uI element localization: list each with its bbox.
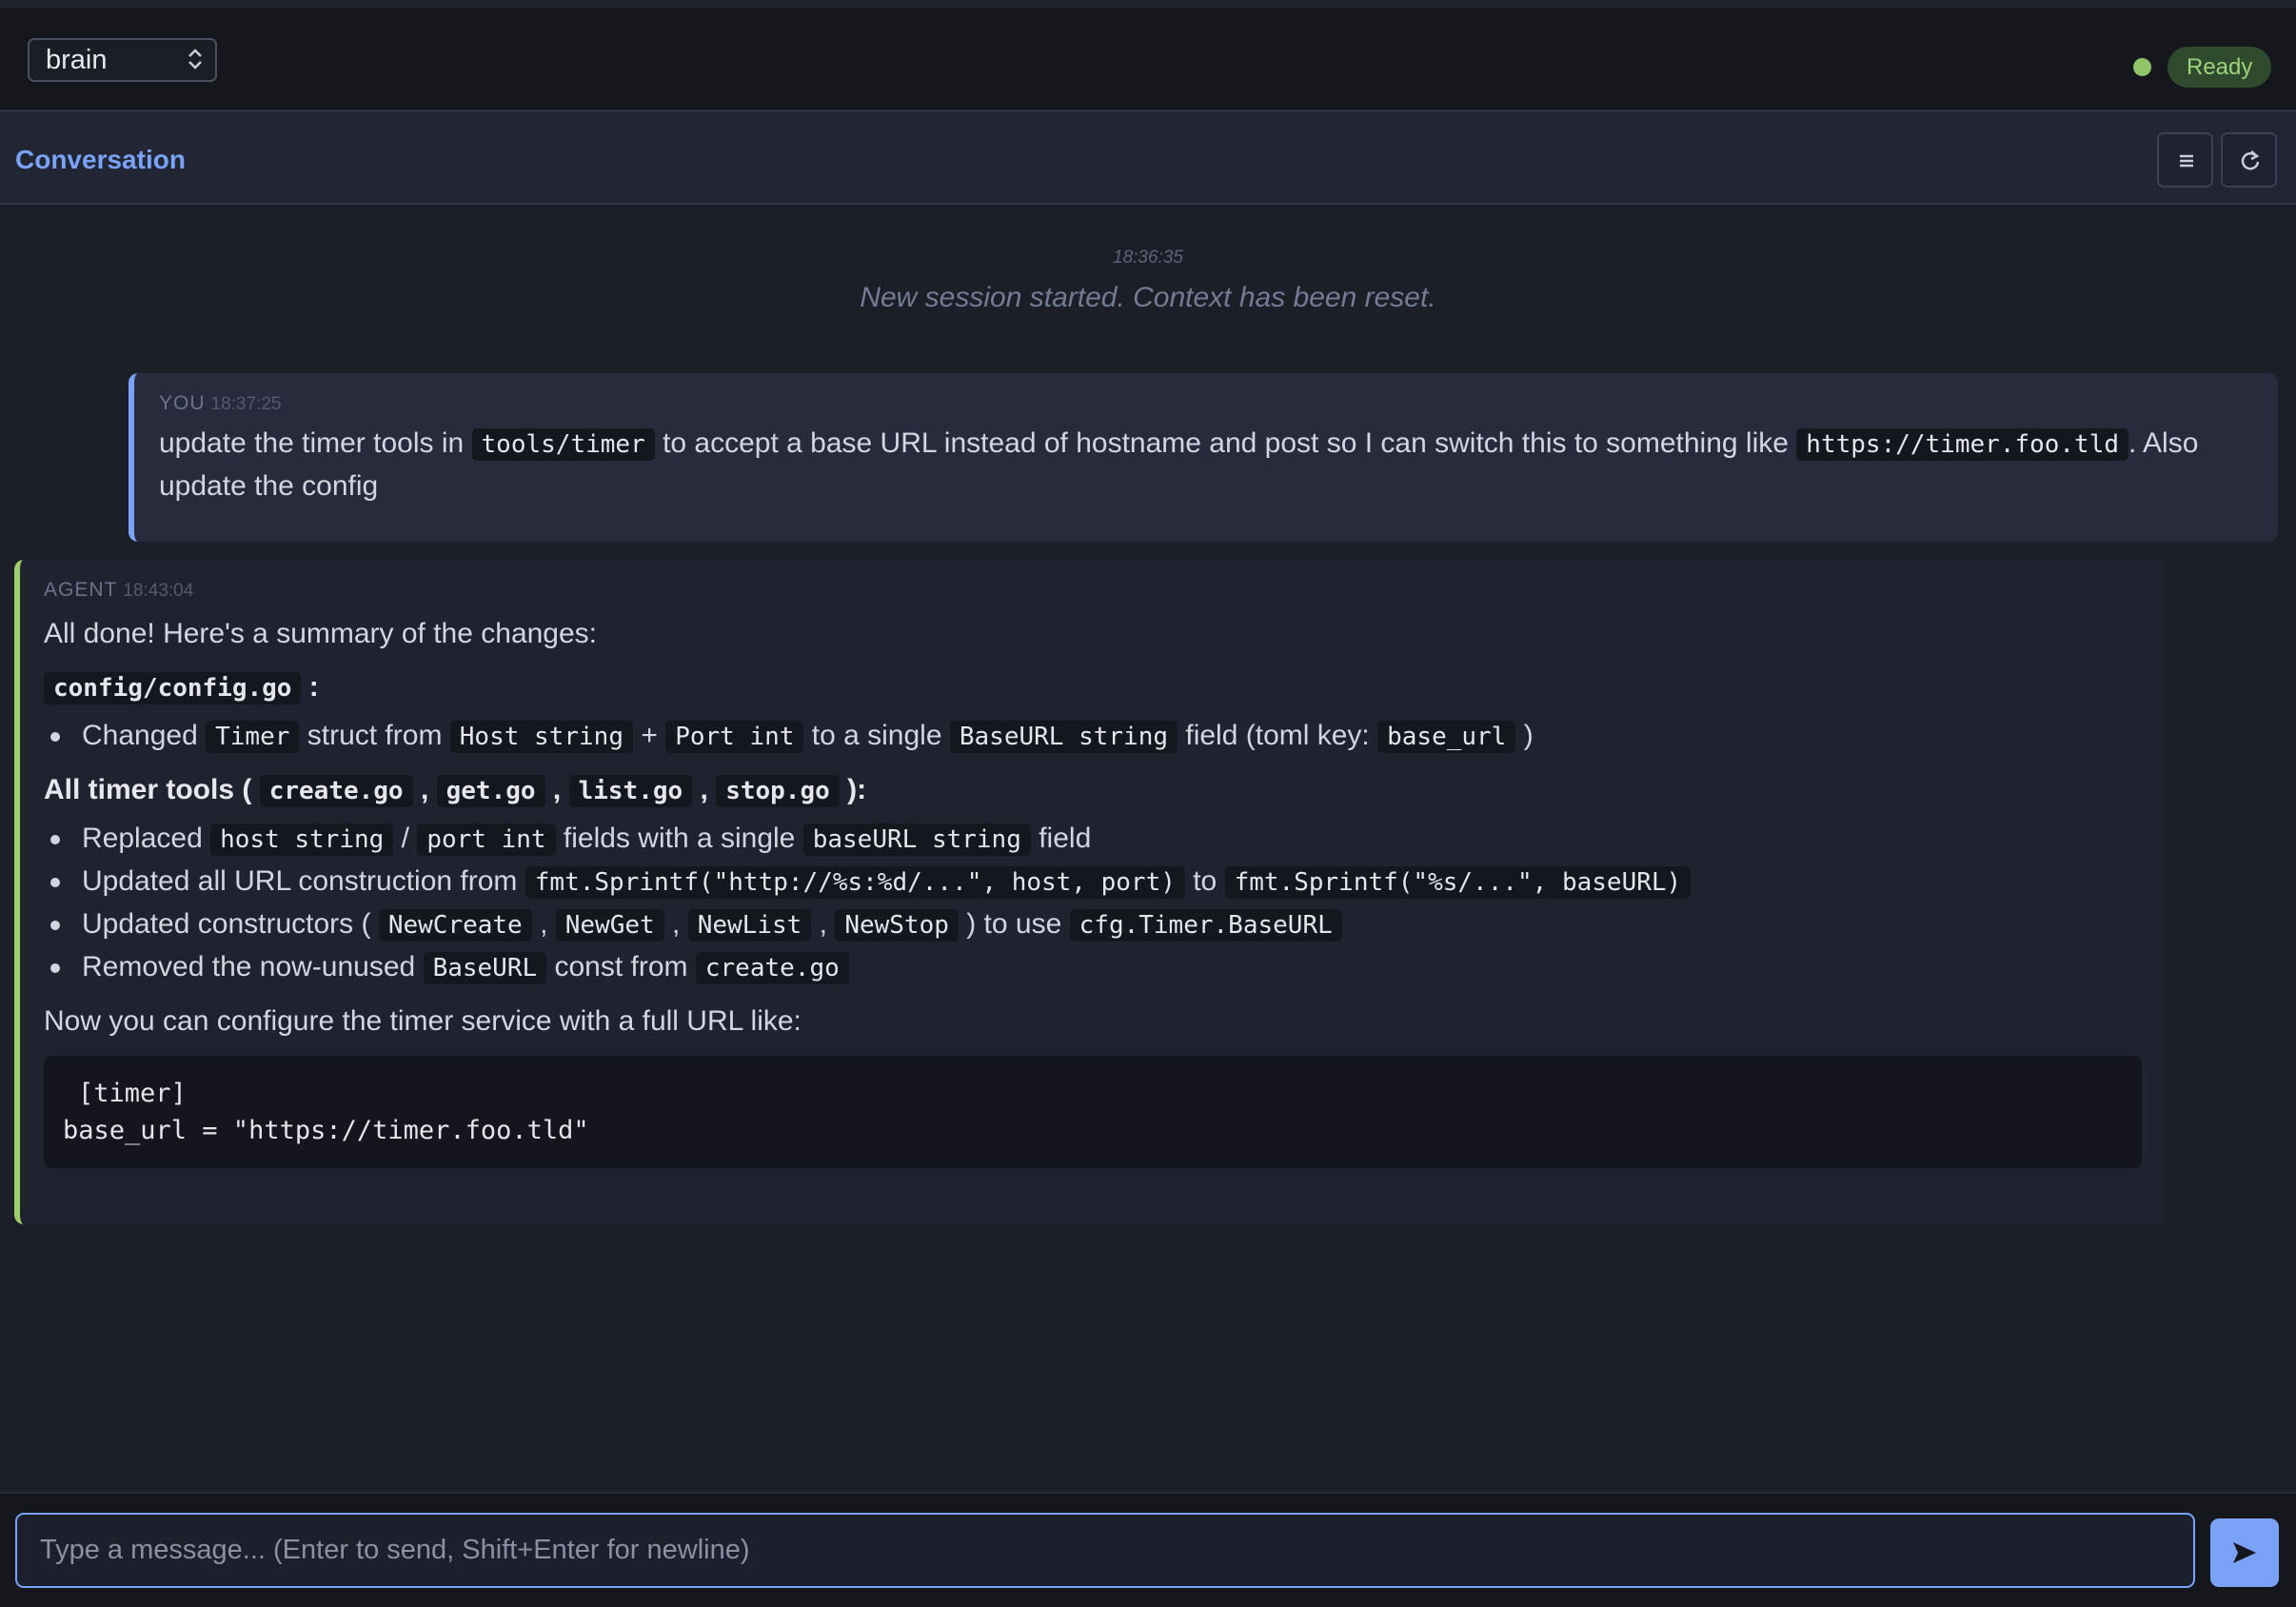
send-button[interactable]: [2210, 1518, 2279, 1587]
message-body: All done! Here's a summary of the change…: [44, 613, 2142, 1168]
text-segment: Updated all URL construction from: [82, 865, 518, 897]
text-segment: field (toml key:: [1185, 720, 1370, 751]
inline-code: host string: [210, 823, 394, 856]
text-segment: update the timer tools in: [159, 427, 465, 459]
text-segment: ): [1523, 720, 1534, 751]
text-segment: All timer tools (: [44, 774, 252, 805]
message-role: AGENT: [44, 579, 118, 601]
text-segment: ,: [672, 908, 681, 940]
text-segment: Changed: [82, 720, 198, 751]
text-segment: field: [1039, 823, 1092, 854]
list-item: Changed Timer struct from Host string + …: [44, 715, 2142, 758]
inline-code: BaseURL: [423, 952, 547, 984]
model-select-value: brain: [46, 45, 108, 75]
message-timestamp: 18:37:25: [210, 394, 282, 414]
inline-code: Host string: [449, 721, 633, 753]
code-line: base_url = "https://timer.foo.tld": [63, 1116, 589, 1145]
list-item: Replaced host string / port int fields w…: [44, 818, 2142, 861]
status-badge: Ready: [2167, 47, 2272, 88]
code-line: [timer]: [78, 1079, 187, 1108]
inline-code: BaseURL string: [949, 721, 1178, 753]
text-segment: ,: [552, 774, 562, 805]
text-segment: /: [401, 823, 409, 854]
message-role: YOU: [159, 392, 206, 414]
message-meta: AGENT 18:43:04: [44, 579, 2142, 602]
inline-code: baseURL string: [802, 823, 1031, 856]
inline-code: NewStop: [835, 909, 959, 942]
section-heading: All timer tools ( create.go , get.go , l…: [44, 769, 2142, 812]
inline-code: base_url: [1377, 721, 1516, 753]
inline-code: https://timer.foo.tld: [1796, 428, 2129, 461]
inline-code: NewCreate: [378, 909, 532, 942]
refresh-icon: [2241, 150, 2260, 170]
message-text: update the timer tools in tools/timer to…: [159, 423, 2253, 507]
system-timestamp: 18:36:35: [1113, 248, 1183, 268]
code-block: [timer] base_url = "https://timer.foo.tld…: [44, 1056, 2142, 1168]
hamburger-icon: [2180, 154, 2193, 168]
conversation-header: Conversation: [0, 112, 2296, 205]
user-message: YOU 18:37:25 update the timer tools in to…: [129, 373, 2278, 542]
model-select[interactable]: brain: [28, 38, 217, 82]
top-bar: brain Ready: [0, 0, 2296, 112]
text-segment: Removed the now-unused: [82, 951, 416, 982]
send-icon: [2233, 1542, 2256, 1563]
outro-text: Now you can configure the timer service …: [44, 1005, 802, 1037]
status-indicator-dot: [2133, 58, 2151, 76]
text-segment: ,: [420, 774, 429, 805]
text-segment: Updated constructors (: [82, 908, 371, 940]
chevron-updown-icon: [188, 49, 202, 69]
text-segment: ,: [819, 908, 827, 940]
inline-code: list.go: [568, 775, 693, 807]
text-segment: const from: [554, 951, 688, 982]
inline-code: Port int: [665, 721, 804, 753]
text-segment: to accept a base URL instead of hostname…: [663, 427, 1789, 459]
agent-message: AGENT 18:43:04 All done! Here's a summary…: [14, 560, 2166, 1224]
text-segment: ,: [700, 774, 708, 805]
inline-code: config/config.go: [44, 672, 302, 704]
text-segment: to a single: [811, 720, 942, 751]
inline-code: fmt.Sprintf("http://%s:%d/...", host, po…: [525, 866, 1185, 899]
refresh-button[interactable]: [2221, 132, 2277, 188]
list-item: Updated constructors ( NewCreate , NewGe…: [44, 903, 2142, 946]
text-segment: ) to use: [966, 908, 1062, 940]
text-segment: struct from: [307, 720, 443, 751]
inline-code: create.go: [695, 952, 849, 984]
list-item: Updated all URL construction from fmt.Sp…: [44, 861, 2142, 903]
inline-code: get.go: [436, 775, 545, 807]
message-meta: YOU 18:37:25: [159, 392, 2253, 415]
change-list: Replaced host string / port int fields w…: [44, 818, 2142, 989]
intro-text: All done! Here's a summary of the change…: [44, 618, 598, 649]
inline-code: tools/timer: [471, 428, 655, 461]
system-message: New session started. Context has been re…: [860, 282, 1436, 313]
inline-code: create.go: [259, 775, 413, 807]
inline-code: NewGet: [555, 909, 664, 942]
inline-code: Timer: [206, 721, 300, 753]
text-segment: to: [1193, 865, 1217, 897]
menu-button[interactable]: [2157, 132, 2213, 188]
text-segment: :: [308, 671, 319, 703]
text-segment: ):: [847, 774, 867, 805]
inline-code: port int: [417, 823, 556, 856]
text-segment: +: [641, 720, 658, 751]
inline-code: stop.go: [716, 775, 840, 807]
section-heading: config/config.go :: [44, 666, 2142, 709]
text-segment: fields with a single: [563, 823, 796, 854]
list-item: Removed the now-unused BaseURL const fro…: [44, 946, 2142, 989]
inline-code: fmt.Sprintf("%s/...", baseURL): [1224, 866, 1692, 899]
change-list: Changed Timer struct from Host string + …: [44, 715, 2142, 758]
text-segment: ,: [540, 908, 548, 940]
text-segment: Replaced: [82, 823, 203, 854]
composer: Type a message... (Enter to send, Shift+…: [0, 1492, 2296, 1607]
inline-code: cfg.Timer.BaseURL: [1069, 909, 1342, 942]
inline-code: NewList: [687, 909, 812, 942]
conversation-title: Conversation: [15, 145, 186, 174]
message-timestamp: 18:43:04: [123, 581, 194, 601]
message-input[interactable]: Type a message... (Enter to send, Shift+…: [15, 1513, 2195, 1588]
